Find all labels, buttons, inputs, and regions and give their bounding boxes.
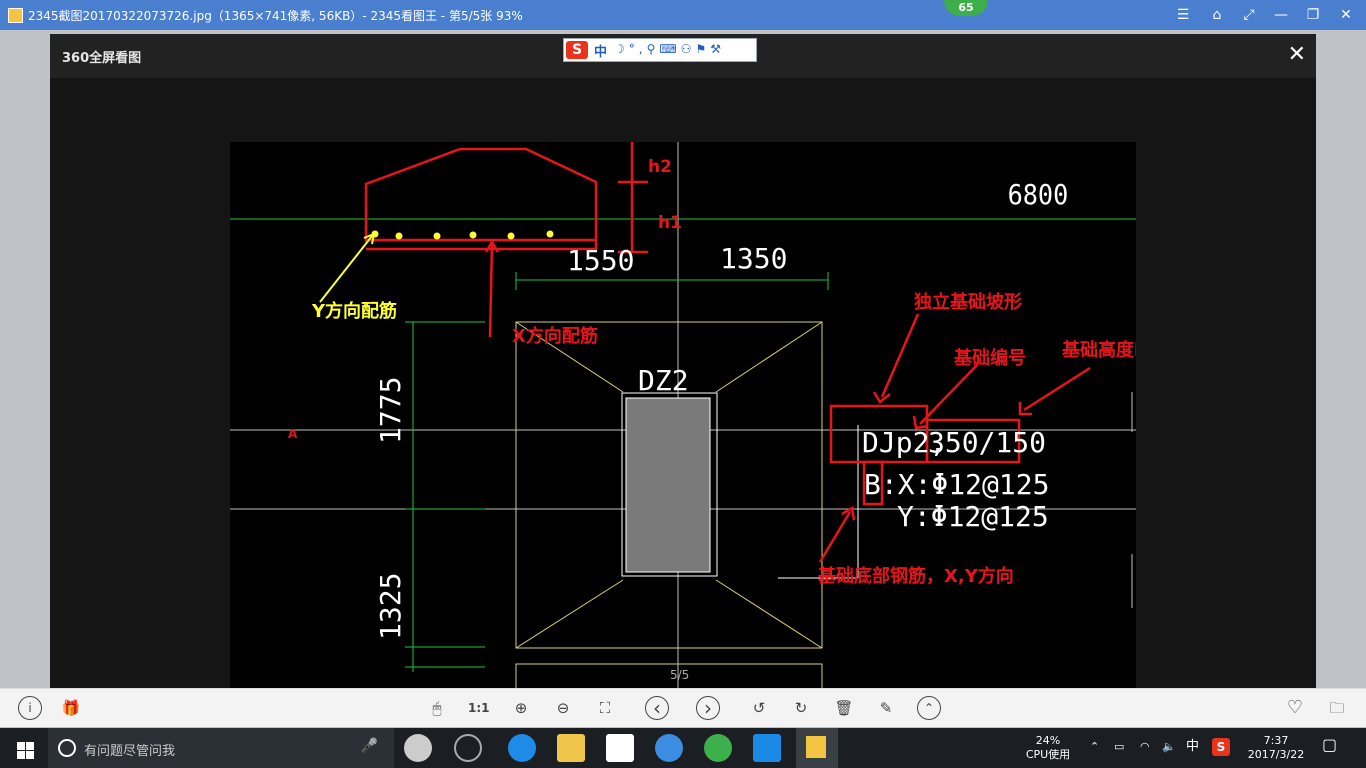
- edge-icon[interactable]: [508, 734, 536, 762]
- tray-expand-icon[interactable]: ⌃: [1090, 740, 1099, 754]
- sogou-icon[interactable]: S: [566, 41, 588, 59]
- title-bar: 2345截图20170322073726.jpg（1365×741像素, 56K…: [0, 0, 1366, 30]
- viewer-task-icon: [806, 736, 826, 758]
- cpu-label: CPU使用: [1025, 748, 1071, 761]
- file-explorer-icon[interactable]: [557, 734, 585, 762]
- viewer-toolbar: i 🎁 🖱 1:1 ⊕ ⊖ ⛶ ‹ › ↺ ↻ 🗑 ✎ ⌃ ♡ 🗀: [0, 688, 1366, 727]
- cortana-search[interactable]: 有问题尽管问我 🎤: [48, 728, 394, 768]
- clock-time: 7:37: [1263, 734, 1289, 747]
- zoom-out-icon[interactable]: ⊖: [553, 698, 573, 718]
- actual-size-button[interactable]: 1:1: [468, 698, 490, 718]
- close-viewer-icon[interactable]: ✕: [1288, 44, 1306, 66]
- label-h2: h2: [648, 157, 672, 177]
- fit-screen-icon[interactable]: ⛶: [595, 698, 615, 718]
- app-icon-blue[interactable]: [753, 734, 781, 762]
- taskbar: 有问题尽管问我 🎤 24% CPU使用 ⌃ ▭ ◠ 🔈 中 S 7:37 201…: [0, 728, 1366, 768]
- dim-1350: 1350: [720, 242, 787, 275]
- dim-1550: 1550: [567, 244, 634, 277]
- browser-icon[interactable]: [655, 734, 683, 762]
- anno-slope: 独立基础坡形: [914, 291, 1022, 313]
- battery-icon[interactable]: ▭: [1114, 740, 1124, 754]
- window-title: 2345截图20170322073726.jpg（1365×741像素, 56K…: [28, 9, 523, 23]
- notification-badge[interactable]: 65: [944, 0, 988, 16]
- rebar-dots: [371, 230, 554, 240]
- mouse-icon[interactable]: 🖱: [427, 698, 447, 718]
- minimize-button[interactable]: —: [1271, 5, 1291, 25]
- ime-lang[interactable]: 中: [594, 41, 607, 60]
- cpu-percent: 24%: [1035, 734, 1061, 747]
- label-h1: h1: [658, 213, 682, 233]
- dim-1325: 1325: [374, 573, 407, 640]
- image-viewer-task[interactable]: [796, 728, 838, 768]
- store-icon[interactable]: [606, 734, 634, 762]
- anno-number: 基础编号: [953, 347, 1026, 369]
- next-image-button[interactable]: ›: [696, 696, 720, 720]
- close-window-button[interactable]: ✕: [1336, 5, 1356, 25]
- anno-y-rebar: Y方向配筋: [311, 300, 397, 322]
- action-center-icon[interactable]: ▢: [1322, 737, 1337, 753]
- ime-toolbar[interactable]: S 中 ☽°,⚲⌨⚇⚑⚒: [563, 38, 757, 62]
- favorite-icon[interactable]: ♡: [1285, 698, 1305, 718]
- clock[interactable]: 7:37 2017/3/22: [1244, 734, 1308, 762]
- maximize-button[interactable]: ❐: [1303, 5, 1323, 25]
- fullscreen-icon[interactable]: ⤢: [1239, 5, 1259, 25]
- anno-x-rebar: X方向配筋: [512, 325, 598, 347]
- edit-icon[interactable]: ✎: [876, 698, 896, 718]
- cpu-meter[interactable]: 24% CPU使用: [1024, 734, 1072, 762]
- rebar-x-text: B:X:Φ12@125: [864, 468, 1049, 501]
- ime-tool-icons[interactable]: ☽°,⚲⌨⚇⚑⚒: [614, 42, 725, 56]
- dim-6800: 6800: [1008, 179, 1069, 212]
- column-fill: [625, 397, 711, 573]
- mic-icon[interactable]: 🎤: [361, 738, 378, 754]
- sogou-tray-icon[interactable]: S: [1212, 738, 1230, 756]
- clock-date: 2017/3/22: [1247, 748, 1305, 761]
- app-icon: [8, 8, 23, 23]
- rotate-left-icon[interactable]: ↺: [749, 698, 769, 718]
- wifi-icon[interactable]: ◠: [1140, 740, 1150, 754]
- folder-icon[interactable]: 🗀: [1327, 698, 1347, 718]
- rotate-right-icon[interactable]: ↻: [791, 698, 811, 718]
- anno-bottom: 基础底部钢筋，X,Y方向: [817, 565, 1014, 587]
- viewer-logo: 360全屏看图: [62, 51, 142, 66]
- app-icon-spiral[interactable]: [454, 734, 482, 762]
- image-viewer: 360全屏看图 ✕ S 中 ☽°,⚲⌨⚇⚑⚒ 6800 1550 1350 DZ…: [50, 34, 1316, 688]
- gift-icon[interactable]: 🎁: [61, 698, 81, 718]
- search-placeholder: 有问题尽管问我: [84, 744, 176, 759]
- zoom-in-icon[interactable]: ⊕: [511, 698, 531, 718]
- label-a: A: [288, 427, 298, 441]
- menu-icon[interactable]: ☰: [1173, 5, 1193, 25]
- dim-1775: 1775: [374, 377, 407, 444]
- page-indicator: 5/5: [670, 668, 690, 682]
- ime-indicator[interactable]: 中: [1186, 740, 1199, 754]
- info-icon[interactable]: i: [18, 696, 42, 720]
- height-text: 350/150: [928, 426, 1046, 459]
- anno-height: 基础高度h1=350，h2=150mm: [1061, 339, 1136, 361]
- 360-icon[interactable]: [704, 734, 732, 762]
- cad-drawing: 6800 1550 1350 DZ2 DJp2, 350/150 B:X:Φ12…: [230, 142, 1316, 688]
- volume-icon[interactable]: 🔈: [1162, 740, 1176, 754]
- more-icon[interactable]: ⌃: [917, 696, 941, 720]
- prev-image-button[interactable]: ‹: [645, 696, 669, 720]
- delete-icon[interactable]: 🗑: [834, 698, 854, 718]
- column-label: DZ2: [638, 364, 689, 397]
- cortana-icon: [58, 739, 76, 757]
- skin-icon[interactable]: ⌂: [1207, 5, 1227, 25]
- rebar-y-text: Y:Φ12@125: [897, 500, 1049, 533]
- start-button[interactable]: [0, 728, 48, 768]
- cad-svg: 6800 1550 1350 DZ2 DJp2, 350/150 B:X:Φ12…: [230, 142, 1316, 688]
- task-view-icon[interactable]: [404, 734, 432, 762]
